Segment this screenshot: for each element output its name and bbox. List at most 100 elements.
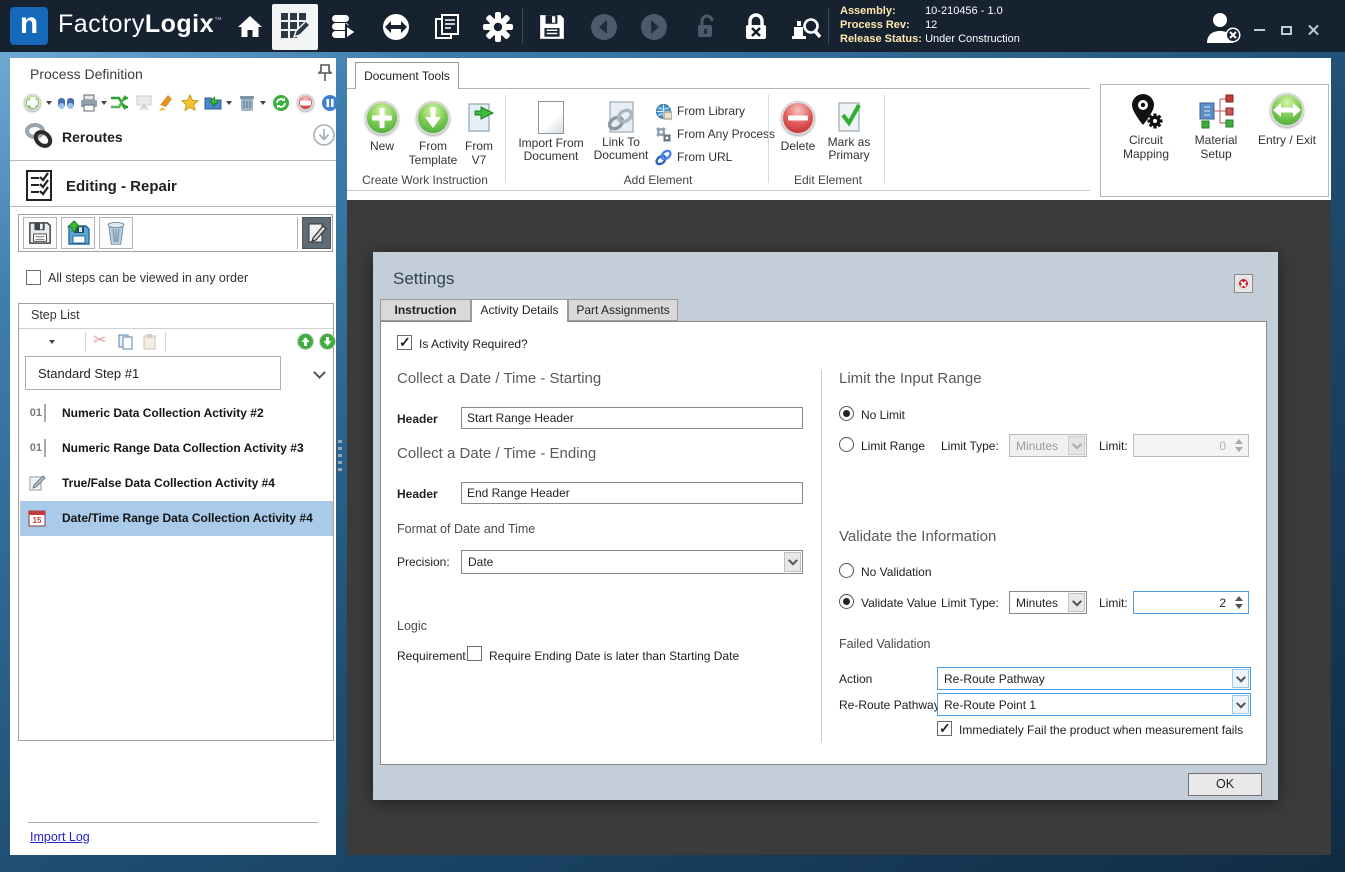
divider — [10, 160, 336, 161]
add-step-caret-icon[interactable] — [49, 340, 55, 344]
transfer-icon[interactable] — [376, 8, 416, 46]
move-up-icon[interactable] — [297, 333, 314, 353]
copy-icon[interactable] — [117, 333, 134, 353]
remove-icon[interactable] — [297, 94, 315, 112]
step-list-item-selected[interactable]: 15 Date/Time Range Data Collection Activ… — [20, 501, 333, 536]
pin-icon[interactable] — [318, 64, 332, 85]
documents-icon[interactable] — [428, 8, 468, 46]
trash-icon[interactable] — [238, 94, 256, 112]
from-any-process-button[interactable]: From Any Process — [677, 127, 775, 141]
dialog-close-button[interactable] — [1234, 274, 1253, 293]
any-order-checkbox[interactable] — [26, 270, 41, 285]
tab-part-assignments[interactable]: Part Assignments — [568, 299, 678, 321]
save-icon[interactable] — [532, 8, 572, 46]
material-setup-button[interactable]: Material Setup — [1185, 93, 1247, 161]
step-selector[interactable]: Standard Step #1 — [25, 356, 281, 390]
reroutes-label[interactable]: Reroutes — [62, 129, 123, 145]
validate-limit-spinner[interactable]: 2 — [1133, 591, 1249, 614]
chevron-down-icon[interactable] — [1068, 593, 1085, 612]
print-caret-icon[interactable] — [101, 101, 107, 105]
tab-instruction[interactable]: Instruction — [380, 299, 471, 321]
spinner-buttons[interactable] — [1232, 594, 1246, 611]
refresh-icon[interactable] — [272, 94, 290, 112]
immediately-fail-checkbox[interactable] — [937, 721, 952, 736]
back-icon[interactable] — [584, 8, 624, 46]
save-import-button[interactable] — [61, 217, 95, 249]
step-list-item[interactable]: 01 Numeric Range Data Collection Activit… — [20, 431, 333, 466]
print-icon[interactable] — [80, 94, 98, 112]
validate-value-radio[interactable] — [839, 594, 854, 609]
start-header-input[interactable] — [461, 407, 803, 429]
user-logout-icon[interactable] — [1200, 10, 1246, 46]
is-activity-required-checkbox[interactable] — [397, 335, 412, 350]
reroute-pathway-label: Re-Route Pathway — [839, 698, 940, 712]
export-icon[interactable] — [204, 94, 222, 112]
pause-icon[interactable] — [321, 94, 339, 112]
export-caret-icon[interactable] — [226, 101, 232, 105]
divider — [28, 822, 318, 823]
import-log-link[interactable]: Import Log — [30, 830, 90, 844]
step-selector-chevron-icon[interactable] — [313, 366, 326, 379]
from-template-icon — [416, 101, 450, 135]
edit-mode-button[interactable] — [302, 217, 331, 249]
wizard-star-icon[interactable] — [181, 94, 199, 112]
precision-select[interactable]: Date — [461, 550, 803, 574]
audit-search-icon[interactable] — [786, 8, 826, 46]
add-icon[interactable] — [24, 94, 42, 112]
minimize-button[interactable] — [1248, 22, 1270, 38]
tab-document-tools[interactable]: Document Tools — [355, 62, 459, 89]
presentation-icon[interactable] — [135, 94, 153, 112]
assembly-row: Assembly: 10-210456 - 1.0 — [840, 4, 1003, 19]
forward-icon[interactable] — [634, 8, 674, 46]
step-list-item[interactable]: True/False Data Collection Activity #4 — [20, 466, 333, 501]
cut-icon[interactable]: ✂ — [93, 330, 106, 350]
link-to-document-button[interactable]: Link To Document — [591, 101, 651, 162]
save-step-button[interactable] — [23, 217, 57, 249]
no-limit-radio[interactable] — [839, 406, 854, 421]
tab-activity-details[interactable]: Activity Details — [471, 299, 568, 322]
find-icon[interactable] — [57, 94, 75, 112]
new-button[interactable]: New — [360, 101, 404, 153]
from-library-button[interactable]: From Library — [677, 104, 745, 118]
settings-gear-icon[interactable] — [478, 8, 518, 46]
panel-splitter[interactable] — [338, 440, 342, 474]
require-ending-later-checkbox[interactable] — [467, 646, 482, 661]
chevron-down-icon[interactable] — [784, 552, 801, 572]
lock-discard-icon[interactable] — [736, 8, 776, 46]
release-data-icon[interactable] — [324, 8, 364, 46]
failed-validation-heading: Failed Validation — [839, 637, 931, 651]
process-designer-icon[interactable] — [272, 4, 318, 50]
limit-range-radio[interactable] — [839, 437, 854, 452]
ok-button[interactable]: OK — [1188, 773, 1262, 796]
step-list-item[interactable]: 01 Numeric Data Collection Activity #2 — [20, 396, 333, 431]
delete-step-button[interactable] — [99, 217, 133, 249]
from-v7-button[interactable]: From V7 — [459, 101, 499, 167]
unlock-icon[interactable] — [686, 8, 726, 46]
mark-as-primary-button[interactable]: Mark as Primary — [821, 101, 877, 162]
trash-caret-icon[interactable] — [260, 101, 266, 105]
expand-down-icon[interactable] — [313, 124, 335, 149]
home-icon[interactable] — [230, 8, 270, 46]
maximize-button[interactable] — [1275, 22, 1297, 38]
move-down-icon[interactable] — [319, 333, 336, 353]
entry-exit-button[interactable]: Entry / Exit — [1251, 93, 1323, 147]
chevron-down-icon[interactable] — [1232, 669, 1249, 688]
reroute-paths-icon[interactable] — [110, 94, 128, 112]
chevron-down-icon — [1068, 436, 1085, 455]
from-template-button[interactable]: From Template — [407, 101, 459, 167]
add-caret-icon[interactable] — [46, 101, 52, 105]
cleanup-icon[interactable] — [158, 94, 176, 112]
action-select[interactable]: Re-Route Pathway — [937, 667, 1251, 690]
reroute-pathway-select[interactable]: Re-Route Point 1 — [937, 693, 1251, 716]
import-from-document-button[interactable]: Import From Document — [513, 101, 589, 163]
no-validation-radio[interactable] — [839, 563, 854, 578]
circuit-mapping-button[interactable]: Circuit Mapping — [1115, 93, 1177, 161]
validate-limit-type-select[interactable]: Minutes — [1009, 591, 1087, 614]
end-header-input[interactable] — [461, 482, 803, 504]
from-url-button[interactable]: From URL — [677, 150, 732, 164]
chevron-down-icon[interactable] — [1232, 695, 1249, 714]
reroutes-icon — [24, 122, 54, 153]
delete-element-button[interactable]: Delete — [776, 101, 820, 153]
close-button[interactable] — [1302, 22, 1324, 38]
paste-icon[interactable] — [141, 333, 158, 353]
